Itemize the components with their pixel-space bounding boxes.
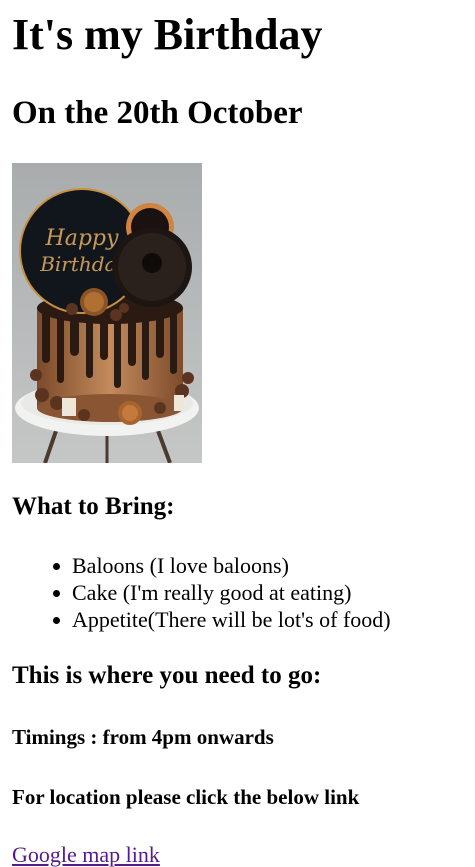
list-item-label: Cake (I'm really good at eating) (72, 580, 352, 605)
location-note: For location please click the below link (12, 785, 360, 809)
cake-illustration: Happy Birthday (12, 163, 202, 463)
page: It's my Birthday On the 20th October Hap… (12, 0, 467, 867)
bullet-icon (53, 617, 60, 624)
bring-heading: What to Bring: (12, 493, 175, 520)
event-date: On the 20th October (12, 95, 303, 131)
list-item: Cake (I'm really good at eating) (12, 579, 391, 606)
bullet-icon (53, 590, 60, 597)
list-item: Appetite(There will be lot's of food) (12, 606, 391, 633)
page-title: It's my Birthday (12, 10, 323, 59)
list-item: Baloons (I love baloons) (12, 552, 391, 579)
bring-list: Baloons (I love baloons) Cake (I'm reall… (12, 552, 391, 633)
directions-heading: This is where you need to go: (12, 662, 322, 689)
list-item-label: Appetite(There will be lot's of food) (72, 607, 391, 632)
cake-image: Happy Birthday (12, 163, 202, 463)
list-item-label: Baloons (I love baloons) (72, 553, 289, 578)
topper-line-1: Happy (45, 226, 119, 251)
timings-text: Timings : from 4pm onwards (12, 725, 274, 749)
bullet-icon (53, 563, 60, 570)
google-map-link[interactable]: Google map link (12, 843, 160, 867)
